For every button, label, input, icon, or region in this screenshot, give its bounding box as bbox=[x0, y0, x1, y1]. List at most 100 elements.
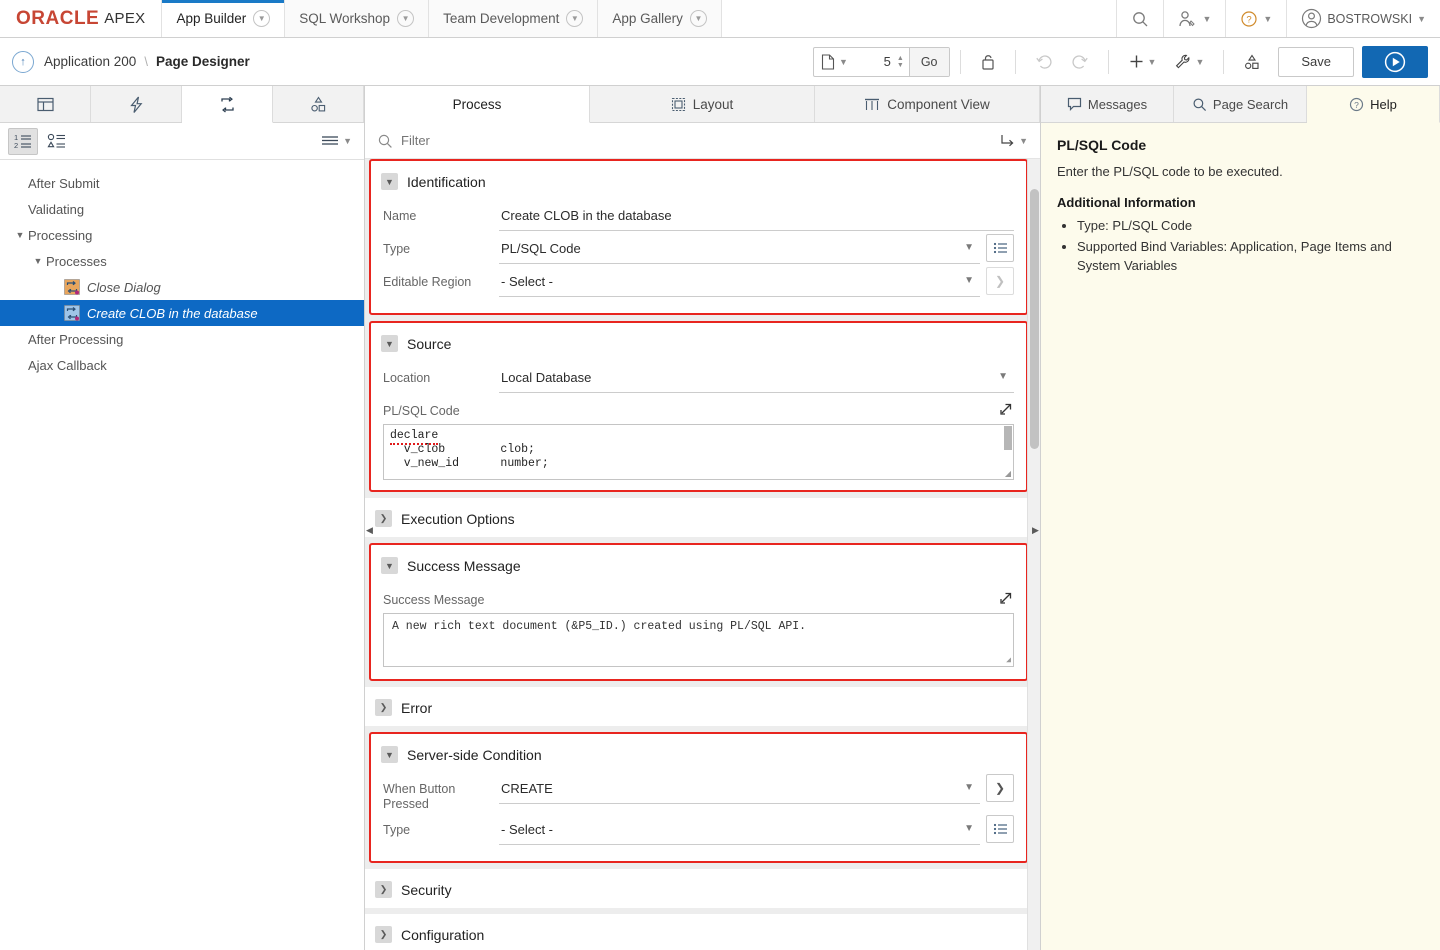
section-execution-options: ❯ Execution Options bbox=[365, 498, 1040, 537]
sort-by-sequence-button[interactable]: 12 bbox=[8, 128, 38, 155]
chevron-right-icon[interactable]: ❯ bbox=[375, 926, 392, 943]
tree-item[interactable]: Create CLOB in the database bbox=[0, 300, 364, 326]
save-and-run-button[interactable] bbox=[1362, 46, 1428, 78]
when-button-pressed-goto-button[interactable]: ❯ bbox=[986, 774, 1014, 802]
property-editor-scrollbar[interactable] bbox=[1027, 159, 1040, 950]
utilities-button[interactable]: ▼ bbox=[1165, 53, 1213, 71]
success-message-textarea[interactable]: A new rich text document (&P5_ID.) creat… bbox=[383, 613, 1014, 667]
go-button[interactable]: Go bbox=[909, 48, 949, 76]
section-server-side-condition-header[interactable]: ▼ Server-side Condition bbox=[371, 734, 1026, 773]
nav-tab-app-gallery-label: App Gallery bbox=[612, 11, 683, 26]
user-settings-icon bbox=[1178, 10, 1198, 28]
tab-shared-components[interactable] bbox=[273, 86, 364, 122]
breadcrumb-application-link[interactable]: Application 200 bbox=[44, 54, 136, 69]
page-number-stepper[interactable]: ▲▼ bbox=[897, 55, 909, 69]
scrollbar-thumb[interactable] bbox=[1030, 189, 1039, 449]
undo-button[interactable] bbox=[1026, 53, 1062, 71]
shared-components-button[interactable] bbox=[1234, 53, 1270, 71]
nav-tab-sql-workshop-label: SQL Workshop bbox=[299, 11, 390, 26]
nav-tab-app-builder[interactable]: App Builder ▼ bbox=[162, 0, 285, 37]
page-lock-button[interactable] bbox=[971, 53, 1005, 71]
location-select[interactable] bbox=[499, 362, 1014, 393]
code-editor-scrollbar[interactable] bbox=[1004, 426, 1012, 450]
sort-by-type-button[interactable] bbox=[42, 128, 72, 155]
condition-type-list-button[interactable] bbox=[986, 815, 1014, 843]
tab-help[interactable]: ? Help bbox=[1307, 86, 1440, 123]
chevron-down-icon[interactable]: ▼ bbox=[397, 10, 414, 27]
tab-messages[interactable]: Messages bbox=[1041, 86, 1174, 122]
success-message-resize-grip[interactable]: ◢ bbox=[1006, 655, 1011, 665]
oracle-apex-logo[interactable]: ORACLEAPEX bbox=[0, 0, 162, 37]
section-execution-options-header[interactable]: ❯ Execution Options bbox=[365, 498, 1040, 537]
section-success-message-header[interactable]: ▼ Success Message bbox=[371, 545, 1026, 584]
chevron-right-icon[interactable]: ❯ bbox=[375, 699, 392, 716]
chevron-down-icon[interactable]: ▼ bbox=[12, 230, 28, 240]
editable-region-goto-button[interactable]: ❯ bbox=[986, 267, 1014, 295]
redo-button[interactable] bbox=[1062, 53, 1098, 71]
chevron-right-icon[interactable]: ❯ bbox=[375, 510, 392, 527]
add-component-button[interactable]: ▼ bbox=[1119, 53, 1166, 70]
section-security: ❯ Security bbox=[365, 869, 1040, 908]
chevron-down-icon[interactable]: ▼ bbox=[381, 335, 398, 352]
tree-item[interactable]: ▼Processes bbox=[0, 248, 364, 274]
expand-collapse-all-button[interactable]: ▼ bbox=[999, 133, 1028, 149]
name-input[interactable] bbox=[499, 200, 1014, 231]
nav-tab-team-development[interactable]: Team Development ▼ bbox=[429, 0, 598, 37]
plsql-code-editor[interactable]: declare v_clob clob; v_new_id number; ◢ bbox=[383, 424, 1014, 480]
filter-input[interactable] bbox=[401, 133, 991, 148]
tree-item[interactable]: Ajax Callback bbox=[0, 352, 364, 378]
component-tree: After SubmitValidating▼Processing▼Proces… bbox=[0, 160, 364, 950]
chevron-down-icon[interactable]: ▼ bbox=[690, 10, 707, 27]
page-picker-button[interactable]: ▼ bbox=[814, 54, 855, 70]
section-identification-header[interactable]: ▼ Identification bbox=[371, 161, 1026, 200]
chevron-down-icon[interactable]: ▼ bbox=[381, 746, 398, 763]
collapse-left-panel-handle[interactable]: ◀ bbox=[365, 516, 374, 544]
when-button-pressed-select[interactable] bbox=[499, 773, 980, 804]
tree-item[interactable]: Close Dialog bbox=[0, 274, 364, 300]
tab-dynamic-actions[interactable] bbox=[91, 86, 182, 122]
user-menu-button[interactable]: BOSTROWSKI ▼ bbox=[1286, 0, 1440, 37]
chevron-right-icon: ❯ bbox=[995, 274, 1005, 288]
chevron-down-icon[interactable]: ▼ bbox=[381, 557, 398, 574]
property-editor-scroll[interactable]: ▼ Identification Name Type ▼ bbox=[365, 159, 1040, 950]
search-button[interactable] bbox=[1116, 0, 1163, 37]
code-editor-resize-grip[interactable]: ◢ bbox=[1005, 469, 1011, 478]
chevron-down-icon[interactable]: ▼ bbox=[381, 173, 398, 190]
tab-layout[interactable]: Layout bbox=[590, 86, 815, 122]
chevron-down-icon[interactable]: ▼ bbox=[30, 256, 46, 266]
tab-page-search[interactable]: Page Search bbox=[1174, 86, 1307, 122]
expand-success-message-button[interactable] bbox=[998, 590, 1014, 609]
label-location: Location bbox=[383, 362, 499, 386]
section-source-header[interactable]: ▼ Source bbox=[371, 323, 1026, 362]
section-configuration-header[interactable]: ❯ Configuration bbox=[365, 914, 1040, 950]
type-list-button[interactable] bbox=[986, 234, 1014, 262]
tab-process[interactable]: Process bbox=[365, 86, 590, 123]
section-error-header[interactable]: ❯ Error bbox=[365, 687, 1040, 726]
tree-item[interactable]: Validating bbox=[0, 196, 364, 222]
help-menu-button[interactable]: ? ▼ bbox=[1225, 0, 1286, 37]
tree-item[interactable]: After Processing bbox=[0, 326, 364, 352]
page-number-input[interactable] bbox=[855, 54, 897, 69]
nav-tab-sql-workshop[interactable]: SQL Workshop ▼ bbox=[285, 0, 429, 37]
tab-component-view[interactable]: Component View bbox=[815, 86, 1040, 122]
section-security-header[interactable]: ❯ Security bbox=[365, 869, 1040, 908]
chevron-down-icon[interactable]: ▼ bbox=[566, 10, 583, 27]
chevron-down-icon: ▼ bbox=[1019, 136, 1028, 146]
tab-processing[interactable] bbox=[182, 86, 273, 123]
expand-code-editor-button[interactable] bbox=[998, 401, 1014, 420]
left-panel-menu-button[interactable]: ▼ bbox=[320, 133, 356, 149]
field-row-condition-type: Type ▼ bbox=[371, 814, 1026, 859]
save-button[interactable]: Save bbox=[1278, 47, 1354, 77]
tab-rendering[interactable] bbox=[0, 86, 91, 122]
editable-region-select[interactable] bbox=[499, 266, 980, 297]
chevron-right-icon[interactable]: ❯ bbox=[375, 881, 392, 898]
chevron-down-icon[interactable]: ▼ bbox=[253, 10, 270, 27]
collapse-right-panel-handle[interactable]: ▶ bbox=[1031, 516, 1040, 544]
tree-item[interactable]: ▼Processing bbox=[0, 222, 364, 248]
tree-item[interactable]: After Submit bbox=[0, 170, 364, 196]
type-select[interactable] bbox=[499, 233, 980, 264]
navigate-up-button[interactable]: ↑ bbox=[12, 51, 34, 73]
nav-tab-app-gallery[interactable]: App Gallery ▼ bbox=[598, 0, 722, 37]
condition-type-select[interactable] bbox=[499, 814, 980, 845]
account-menu-button[interactable]: ▼ bbox=[1163, 0, 1226, 37]
